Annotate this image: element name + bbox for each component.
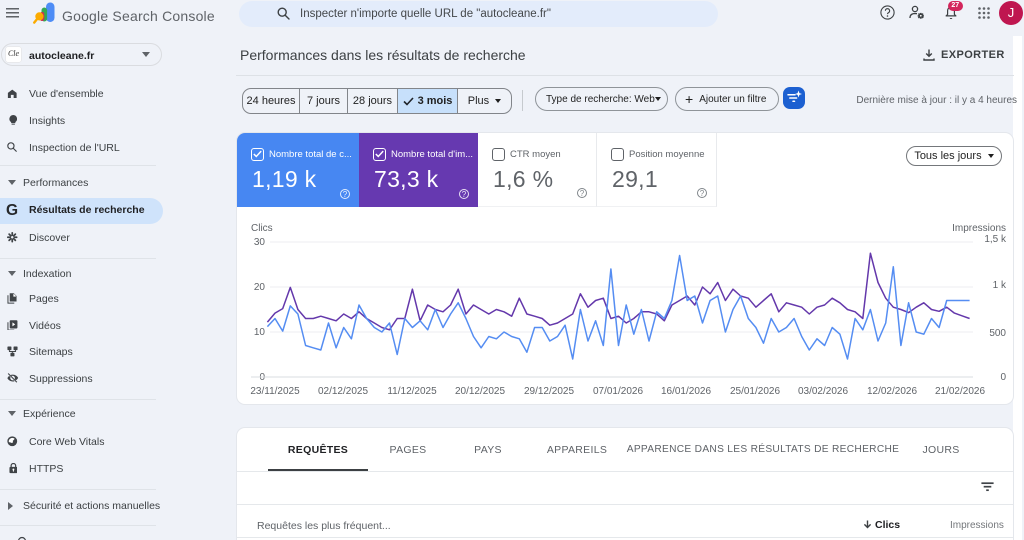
svg-text:11/12/2025: 11/12/2025 — [387, 386, 437, 397]
svg-text:03/02/2026: 03/02/2026 — [798, 386, 848, 397]
svg-text:500: 500 — [989, 328, 1006, 339]
svg-text:1 k: 1 k — [993, 280, 1007, 291]
svg-text:10: 10 — [254, 327, 266, 338]
svg-text:16/01/2026: 16/01/2026 — [661, 386, 711, 397]
svg-text:Impressions: Impressions — [952, 223, 1006, 234]
svg-text:Clics: Clics — [251, 223, 273, 234]
svg-text:1,5 k: 1,5 k — [984, 234, 1007, 245]
svg-text:0: 0 — [1000, 372, 1006, 383]
svg-text:20/12/2025: 20/12/2025 — [455, 386, 505, 397]
svg-text:21/02/2026: 21/02/2026 — [935, 386, 985, 397]
svg-text:02/12/2025: 02/12/2025 — [318, 386, 368, 397]
svg-text:30: 30 — [254, 237, 266, 248]
svg-text:29/12/2025: 29/12/2025 — [524, 386, 574, 397]
svg-text:23/11/2025: 23/11/2025 — [250, 386, 300, 397]
svg-text:25/01/2026: 25/01/2026 — [730, 386, 780, 397]
svg-text:12/02/2026: 12/02/2026 — [867, 386, 917, 397]
svg-text:20: 20 — [254, 282, 266, 293]
svg-text:07/01/2026: 07/01/2026 — [593, 386, 643, 397]
